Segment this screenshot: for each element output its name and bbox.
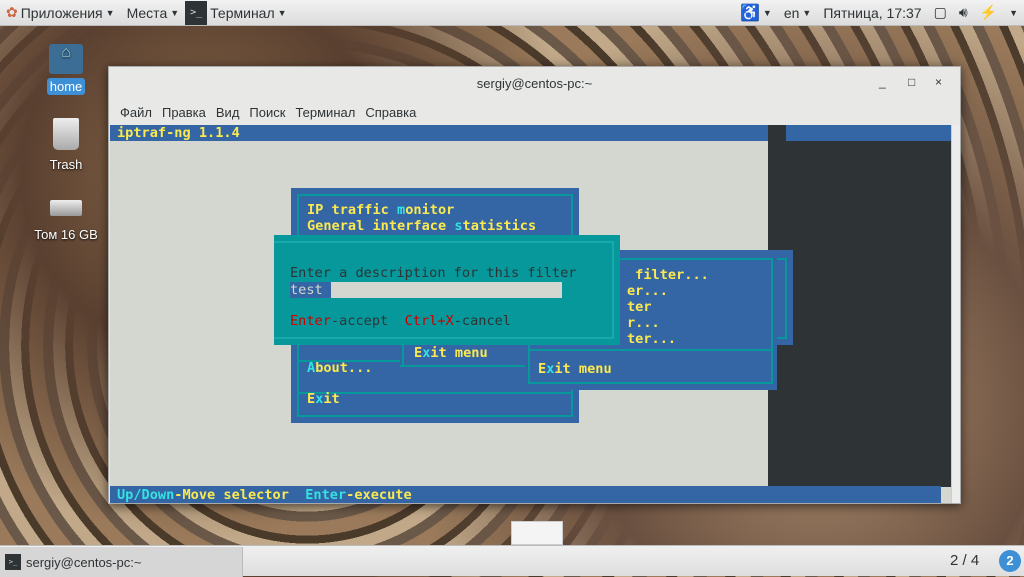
caret-down-icon[interactable]: ▼ bbox=[1003, 8, 1024, 18]
submenu-item[interactable]: er... bbox=[627, 283, 668, 299]
menu-search[interactable]: Поиск bbox=[244, 105, 290, 120]
menu-item-general-interface-statistics[interactable]: General interface statistics bbox=[307, 218, 536, 234]
desktop-icon-home[interactable]: ⌂ home bbox=[36, 44, 96, 95]
terminal-icon: >_ bbox=[185, 0, 208, 25]
menu-edit[interactable]: Правка bbox=[157, 105, 211, 120]
caret-down-icon: ▼ bbox=[762, 7, 772, 18]
taskbar-item-terminal[interactable]: >_ sergiy@centos-pc:~ bbox=[0, 547, 243, 577]
menu-item-ip-traffic-monitor[interactable]: IP traffic monitor bbox=[307, 202, 454, 218]
scrollbar[interactable] bbox=[951, 125, 960, 503]
bottom-panel: >_ sergiy@centos-pc:~ 2 / 4 2 bbox=[0, 545, 1024, 577]
terminal-window: sergiy@centos-pc:~ _ □ × Файл Правка Вид… bbox=[108, 66, 961, 504]
menu-item-exit[interactable]: Exit bbox=[307, 391, 340, 407]
desktop-icon-volume[interactable]: Том 16 GB bbox=[30, 200, 102, 243]
submenu-item[interactable]: filter... bbox=[627, 267, 709, 283]
description-input[interactable]: test bbox=[290, 282, 562, 298]
drive-icon bbox=[50, 200, 82, 216]
accessibility-menu[interactable]: ♿ ▼ bbox=[734, 3, 778, 23]
menu-view[interactable]: Вид bbox=[211, 105, 245, 120]
menu-help[interactable]: Справка bbox=[360, 105, 421, 120]
volume-icon[interactable]: 🔊︎ bbox=[953, 4, 974, 21]
window-title: sergiy@centos-pc:~ bbox=[476, 75, 593, 91]
maximize-button[interactable]: □ bbox=[908, 75, 915, 89]
places-menu[interactable]: Места ▼ bbox=[121, 5, 186, 21]
dialog-prompt: Enter a description for this filter bbox=[290, 265, 577, 281]
workspace-thumbnail[interactable] bbox=[511, 521, 563, 545]
submenu-item[interactable]: r... bbox=[627, 315, 660, 331]
caret-down-icon: ▼ bbox=[105, 7, 115, 18]
menu-terminal[interactable]: Терминал bbox=[290, 105, 360, 120]
caret-down-icon: ▼ bbox=[277, 7, 287, 18]
caret-down-icon: ▼ bbox=[802, 7, 812, 18]
menu-item-exit-menu[interactable]: Exit menu bbox=[538, 361, 612, 377]
submenu-item[interactable]: ter... bbox=[627, 331, 676, 347]
top-panel: ✿ Приложения ▼ Места ▼ >_ Терминал ▼ ♿ ▼ en ▼ П… bbox=[0, 0, 1024, 26]
filter-description-dialog: Enter a description for this filter test… bbox=[274, 235, 620, 345]
minimize-button[interactable]: _ bbox=[879, 75, 886, 89]
terminal-app-menu[interactable]: >_ Терминал ▼ bbox=[185, 0, 292, 25]
gnome-foot-icon: ✿ bbox=[6, 4, 18, 20]
menu-item-exit-menu[interactable]: Exit menu bbox=[414, 345, 488, 361]
description-input-value: test bbox=[290, 282, 331, 298]
menu-file[interactable]: Файл bbox=[115, 105, 157, 120]
accessibility-icon: ♿ bbox=[740, 4, 760, 22]
notification-badge[interactable]: 2 bbox=[999, 550, 1021, 572]
status-bar: Up/Down-Move selector Enter-execute bbox=[110, 486, 941, 503]
trash-icon bbox=[53, 118, 79, 150]
applications-menu[interactable]: ✿ Приложения ▼ bbox=[0, 4, 121, 21]
submenu-item[interactable]: ter bbox=[627, 299, 652, 315]
dialog-hints: Enter-accept Ctrl+X-cancel bbox=[290, 313, 511, 329]
home-folder-icon: ⌂ bbox=[49, 44, 83, 74]
caret-down-icon: ▼ bbox=[170, 7, 180, 18]
language-menu[interactable]: en ▼ bbox=[778, 5, 818, 21]
app-header: iptraf-ng 1.1.4 bbox=[117, 125, 240, 141]
clock[interactable]: Пятница, 17:37 bbox=[817, 5, 927, 21]
battery-icon[interactable]: ⚡ bbox=[974, 4, 1003, 21]
terminal-icon: >_ bbox=[5, 554, 21, 570]
terminal-screen[interactable]: iptraf-ng 1.1.4 IP traffic monitor Gener… bbox=[110, 125, 951, 503]
desktop-icon-trash[interactable]: Trash bbox=[36, 118, 96, 173]
menu-item-about[interactable]: About... bbox=[307, 360, 372, 376]
workspace-indicator[interactable]: 2 / 4 bbox=[950, 552, 979, 569]
close-button[interactable]: × bbox=[935, 75, 942, 89]
menu-bar: Файл Правка Вид Поиск Терминал Справка bbox=[109, 99, 960, 125]
title-bar: sergiy@centos-pc:~ _ □ × bbox=[109, 67, 960, 99]
window-icon[interactable]: ▢ bbox=[928, 4, 953, 21]
